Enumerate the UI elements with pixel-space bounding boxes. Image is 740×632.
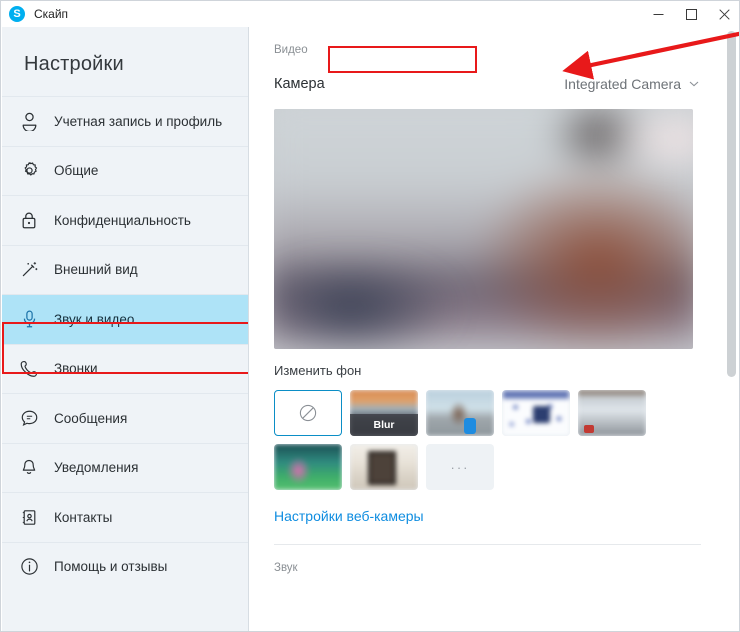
settings-sidebar: Настройки Учетная запись и профиль Общие xyxy=(2,27,249,631)
scrollbar-thumb[interactable] xyxy=(727,31,736,377)
close-button[interactable] xyxy=(708,1,739,27)
info-icon xyxy=(16,556,42,578)
video-section-label: Видео xyxy=(274,44,308,56)
lock-icon xyxy=(16,209,42,231)
sidebar-item-audio-video[interactable]: Звук и видео xyxy=(2,294,248,344)
sidebar-item-appearance[interactable]: Внешний вид xyxy=(2,244,248,295)
sidebar-item-label: Учетная запись и профиль xyxy=(54,113,223,129)
camera-preview-overlay xyxy=(274,109,693,349)
sidebar-item-label: Помощь и отзывы xyxy=(54,559,168,575)
audio-row-partial: Микрофон Устройс xyxy=(274,574,739,590)
background-option-none[interactable] xyxy=(274,390,342,436)
skype-settings-window: S Скайп Настройки Учетная запись и профи… xyxy=(0,0,740,632)
blur-label: Blur xyxy=(350,414,418,436)
camera-selected-value: Integrated Camera xyxy=(564,76,681,92)
background-option-white-room[interactable] xyxy=(350,444,418,490)
sidebar-item-account[interactable]: Учетная запись и профиль xyxy=(2,96,248,146)
snow-thumb-accent xyxy=(464,418,476,434)
phone-icon xyxy=(16,358,42,380)
framed-thumb-center xyxy=(532,405,550,423)
maximize-icon xyxy=(686,8,697,20)
camera-row: Камера Integrated Camera xyxy=(274,56,739,94)
chat-bubble-icon xyxy=(16,407,42,429)
background-option-blur[interactable]: Blur xyxy=(350,390,418,436)
microphone-icon xyxy=(16,308,42,330)
sidebar-item-calls[interactable]: Звонки xyxy=(2,343,248,394)
background-option-snow-scene[interactable] xyxy=(426,390,494,436)
title-bar: S Скайп xyxy=(1,1,739,27)
sidebar-item-label: Внешний вид xyxy=(54,262,138,278)
person-icon xyxy=(16,110,42,132)
room-thumb-image xyxy=(350,444,418,490)
sidebar-item-label: Общие xyxy=(54,163,99,179)
settings-main-panel: Видео Камера Integrated Camera Изменить … xyxy=(249,27,739,631)
background-label: Изменить фон xyxy=(274,363,362,378)
background-option-more[interactable]: ··· xyxy=(426,444,494,490)
framed-thumb-image xyxy=(502,390,570,436)
vertical-scrollbar[interactable] xyxy=(725,28,738,631)
sidebar-item-label: Уведомления xyxy=(54,460,139,476)
skype-logo-icon: S xyxy=(9,6,25,22)
sidebar-item-label: Звонки xyxy=(54,361,98,377)
webcam-settings-link[interactable]: Настройки веб-камеры xyxy=(274,490,424,524)
magic-wand-icon xyxy=(16,259,42,281)
background-option-framed-pattern[interactable] xyxy=(502,390,570,436)
contact-book-icon xyxy=(16,506,42,528)
page-title: Настройки xyxy=(24,53,124,75)
background-option-green-room[interactable] xyxy=(274,444,342,490)
green-thumb-image xyxy=(274,444,342,490)
camera-label: Камера xyxy=(274,76,325,92)
background-option-office-interior[interactable] xyxy=(578,390,646,436)
framed-thumb-top xyxy=(503,391,569,399)
sidebar-item-label: Сообщения xyxy=(54,410,128,426)
window-title: Скайп xyxy=(34,7,69,21)
sidebar-item-notifications[interactable]: Уведомления xyxy=(2,442,248,493)
window-controls xyxy=(642,1,739,27)
snow-thumb-image xyxy=(426,390,494,436)
sidebar-item-help[interactable]: Помощь и отзывы xyxy=(2,541,248,592)
audio-section-label: Звук xyxy=(274,562,298,574)
sidebar-item-messages[interactable]: Сообщения xyxy=(2,393,248,443)
sidebar-item-label: Конфиденциальность xyxy=(54,212,191,228)
office-thumb-accent xyxy=(584,425,594,433)
chevron-down-icon xyxy=(689,80,699,89)
gear-icon xyxy=(16,160,42,182)
camera-preview xyxy=(274,109,693,349)
camera-select[interactable]: Integrated Camera xyxy=(558,74,701,94)
minimize-button[interactable] xyxy=(642,1,675,27)
no-background-icon xyxy=(299,404,317,422)
sidebar-item-label: Контакты xyxy=(54,509,113,525)
sidebar-item-general[interactable]: Общие xyxy=(2,145,248,196)
bell-icon xyxy=(16,457,42,479)
sidebar-item-privacy[interactable]: Конфиденциальность xyxy=(2,195,248,245)
sidebar-item-label: Звук и видео xyxy=(54,311,135,327)
sidebar-item-contacts[interactable]: Контакты xyxy=(2,492,248,542)
close-icon xyxy=(719,8,730,20)
background-thumbnail-grid: Blur ··· xyxy=(274,378,674,490)
room-thumb-door xyxy=(367,451,397,486)
maximize-button[interactable] xyxy=(675,1,708,27)
minimize-icon xyxy=(653,13,664,15)
